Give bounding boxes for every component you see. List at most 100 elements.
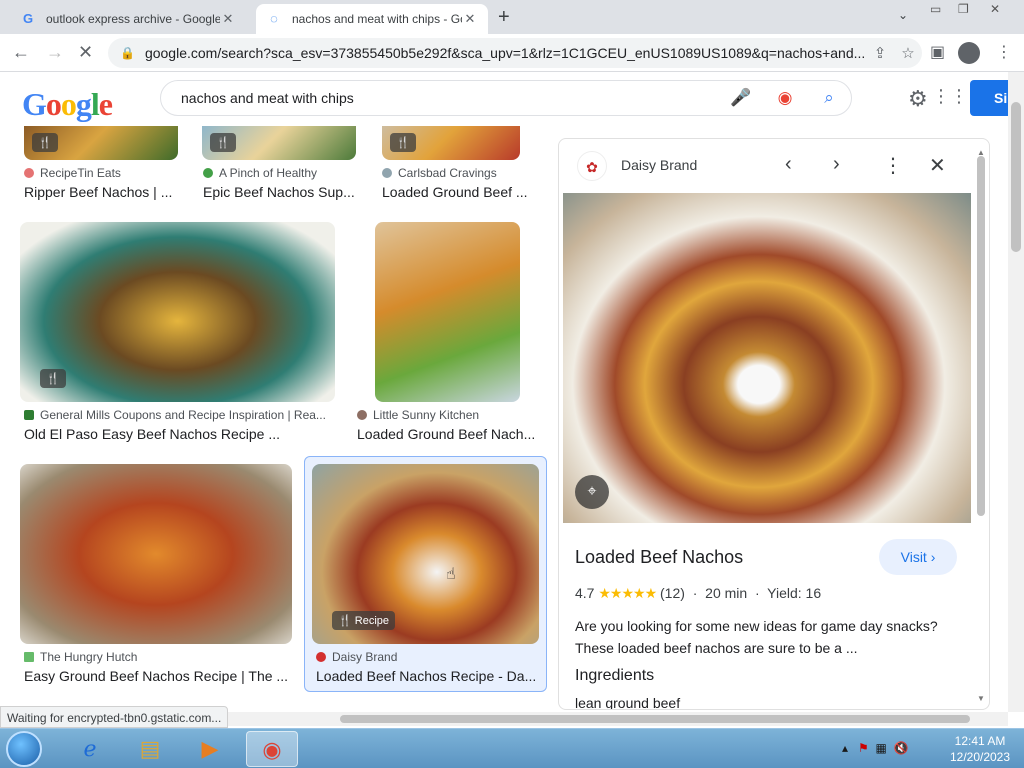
result-caption[interactable]: Old El Paso Easy Beef Nachos Recipe ...: [24, 426, 334, 442]
recipe-badge: 🍴 Recipe: [332, 611, 396, 630]
chrome-taskbar-icon[interactable]: ◉: [246, 731, 298, 767]
recipe-yield: Yield: 16: [767, 585, 822, 601]
loading-spinner-icon: ◌: [270, 11, 278, 26]
volume-muted-icon[interactable]: 🔇: [894, 741, 909, 755]
close-panel-icon[interactable]: ✕: [929, 153, 946, 178]
show-hidden-icons[interactable]: ▴: [842, 741, 848, 755]
windows-taskbar: ℯ ▤ ▶ ◉ ▴ ⚑ ▦ 🔇 12:41 AM 12/20/2023: [0, 728, 1024, 768]
address-bar[interactable]: 🔒 google.com/search?sca_esv=373855450b5e…: [108, 38, 922, 68]
search-header: Google nachos and meat with chips 🎤 ◉ ⌕ …: [0, 72, 1024, 126]
ingredient-item: lean ground beef: [575, 695, 681, 710]
google-g-icon: G: [22, 11, 34, 26]
back-arrow-icon[interactable]: ←: [12, 42, 30, 63]
result-source[interactable]: RecipeTin Eats: [24, 166, 184, 180]
lens-camera-icon[interactable]: ◉: [763, 88, 807, 108]
result-thumbnail-6[interactable]: [20, 464, 292, 644]
stop-loading-icon[interactable]: ✕: [78, 42, 93, 63]
result-source[interactable]: Carlsbad Cravings: [382, 166, 542, 180]
tab-strip: G outlook express archive - Google ✕ ◌ n…: [0, 0, 1024, 34]
chrome-menu-icon[interactable]: ⋮: [996, 42, 1012, 62]
rating-value: 4.7: [575, 585, 595, 601]
recipe-description: Are you looking for some new ideas for g…: [575, 618, 938, 656]
panel-scrollbar[interactable]: ▲ ▼: [974, 146, 988, 706]
next-arrow-icon[interactable]: ›: [833, 153, 840, 176]
recipe-meta: 4.7 ★★★★★ (12) · 20 min · Yield: 16: [575, 585, 822, 601]
result-thumbnail-3[interactable]: 🍴: [382, 126, 520, 160]
google-logo[interactable]: Google: [22, 86, 113, 123]
clock-date: 12/20/2023: [949, 750, 1011, 764]
recipe-icon: 🍴: [210, 133, 236, 152]
recipe-icon: 🍴: [40, 369, 66, 388]
profile-avatar[interactable]: [958, 42, 980, 64]
clock-time: 12:41 AM: [954, 734, 1006, 748]
visit-button[interactable]: Visit ›: [879, 539, 957, 575]
recipe-icon: 🍴: [390, 133, 416, 152]
search-input[interactable]: nachos and meat with chips 🎤 ◉ ⌕: [160, 80, 852, 116]
tab-outlook-archive[interactable]: G outlook express archive - Google ✕: [10, 4, 246, 34]
search-icon[interactable]: ⌕: [807, 88, 851, 108]
cook-time: 20 min: [705, 585, 748, 601]
url-text: google.com/search?sca_esv=373855450b5e29…: [144, 45, 866, 61]
image-preview-panel: ✿ Daisy Brand ‹ › ⋮ ✕ ⌖ Loaded Beef Nach…: [558, 138, 990, 710]
result-source[interactable]: A Pinch of Healthy: [203, 166, 363, 180]
review-count: (12): [660, 585, 685, 601]
file-explorer-icon[interactable]: ▤: [124, 731, 176, 767]
result-caption[interactable]: Epic Beef Nachos Sup...: [203, 184, 363, 200]
forward-arrow-icon[interactable]: →: [46, 42, 64, 63]
result-source[interactable]: Daisy Brand: [316, 650, 536, 664]
settings-gear-icon[interactable]: ⚙: [908, 86, 928, 112]
network-icon[interactable]: ▦: [875, 741, 886, 755]
result-caption[interactable]: Easy Ground Beef Nachos Recipe | The ...: [24, 668, 294, 684]
recipe-title[interactable]: Loaded Beef Nachos: [575, 547, 743, 568]
status-bar: Waiting for encrypted-tbn0.gstatic.com..…: [0, 706, 229, 728]
panel-header: ✿ Daisy Brand ‹ › ⋮ ✕: [559, 139, 989, 191]
search-query: nachos and meat with chips: [181, 90, 354, 106]
window-close-icon[interactable]: ✕: [990, 2, 1000, 16]
result-caption[interactable]: Ripper Beef Nachos | ...: [24, 184, 184, 200]
previous-arrow-icon[interactable]: ‹: [785, 153, 792, 176]
flag-icon[interactable]: ⚑: [858, 741, 869, 755]
result-source[interactable]: The Hungry Hutch: [24, 650, 284, 664]
result-caption[interactable]: Loaded Ground Beef ...: [382, 184, 542, 200]
panel-site-name[interactable]: Daisy Brand: [621, 157, 697, 173]
more-options-icon[interactable]: ⋮: [883, 153, 903, 178]
side-panel-icon[interactable]: ▣: [930, 42, 945, 62]
preview-image[interactable]: [563, 193, 971, 523]
restore-icon[interactable]: ❐: [958, 2, 969, 16]
tab-title: nachos and meat with chips - Go: [292, 12, 462, 26]
recipe-icon: 🍴: [32, 133, 58, 152]
new-tab-button[interactable]: +: [498, 6, 510, 29]
browser-toolbar: ← → ✕ 🔒 google.com/search?sca_esv=373855…: [0, 34, 1024, 72]
tab-nachos-search[interactable]: ◌ nachos and meat with chips - Go ✕: [256, 4, 488, 34]
close-tab-icon[interactable]: ✕: [220, 11, 236, 27]
daisy-brand-logo: ✿: [577, 151, 607, 181]
system-tray: ▴ ⚑ ▦ 🔇: [842, 741, 908, 755]
lens-search-icon[interactable]: ⌖: [575, 475, 609, 509]
microphone-icon[interactable]: 🎤: [719, 88, 763, 108]
result-caption[interactable]: Loaded Ground Beef Nach...: [357, 426, 537, 442]
result-thumbnail-4[interactable]: 🍴: [20, 222, 335, 402]
share-icon[interactable]: ⇪: [866, 44, 894, 62]
internet-explorer-icon[interactable]: ℯ: [64, 731, 116, 767]
result-source[interactable]: Little Sunny Kitchen: [357, 408, 537, 422]
lock-icon[interactable]: 🔒: [120, 46, 135, 60]
mouse-cursor-icon: ☝: [446, 566, 456, 583]
result-caption[interactable]: Loaded Beef Nachos Recipe - Da...: [316, 668, 536, 684]
star-rating-icon: ★★★★★: [598, 585, 657, 601]
tab-title: outlook express archive - Google: [46, 12, 220, 26]
result-thumbnail-5[interactable]: [375, 222, 520, 402]
page-vertical-scrollbar[interactable]: [1008, 72, 1024, 712]
minimize-icon[interactable]: ▭: [930, 2, 941, 16]
start-button[interactable]: [6, 731, 42, 767]
result-thumbnail-7[interactable]: 🍴 Recipe: [312, 464, 539, 644]
system-clock[interactable]: 12:41 AM 12/20/2023: [940, 733, 1020, 765]
result-thumbnail-2[interactable]: 🍴: [202, 126, 356, 160]
result-thumbnail-1[interactable]: 🍴: [24, 126, 178, 160]
ingredients-heading: Ingredients: [575, 667, 655, 684]
bookmark-star-icon[interactable]: ☆: [894, 44, 922, 62]
result-source[interactable]: General Mills Coupons and Recipe Inspira…: [24, 408, 334, 422]
image-results-grid: 🍴 🍴 🍴 RecipeTin Eats Ripper Beef Nachos …: [0, 126, 556, 708]
tab-search-chevron-icon[interactable]: ⌄: [898, 8, 908, 22]
media-player-icon[interactable]: ▶: [184, 731, 236, 767]
close-tab-icon[interactable]: ✕: [462, 11, 478, 27]
